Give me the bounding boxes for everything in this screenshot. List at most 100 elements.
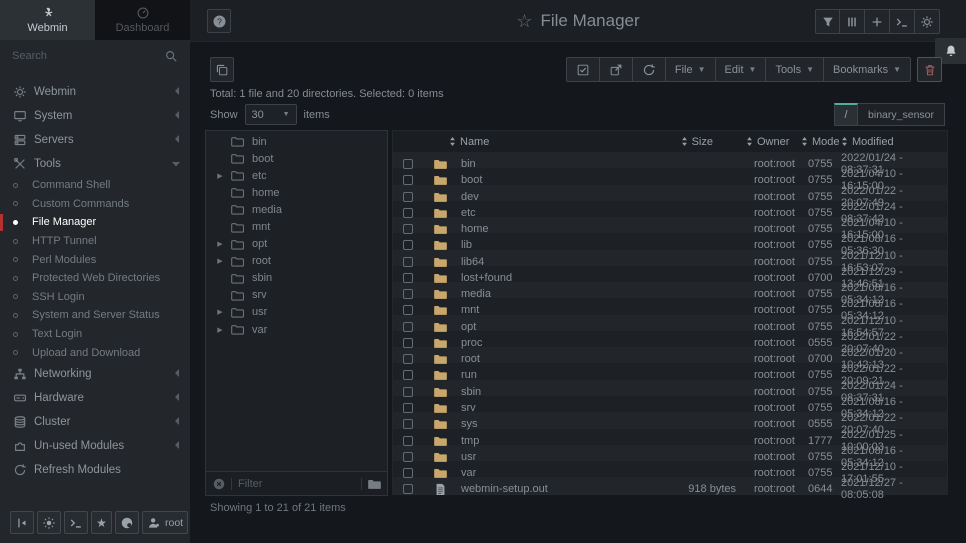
- file-name[interactable]: sys: [457, 418, 643, 430]
- expand-caret-icon[interactable]: ▶: [214, 326, 226, 334]
- col-mode[interactable]: Mode: [801, 136, 834, 148]
- sidebar-item-system[interactable]: System: [0, 104, 190, 128]
- row-checkbox[interactable]: [403, 387, 413, 397]
- col-owner[interactable]: Owner: [738, 136, 800, 148]
- tree-item-opt[interactable]: ▶opt: [206, 236, 387, 253]
- menu-edit[interactable]: Edit▼: [716, 57, 767, 82]
- row-checkbox[interactable]: [403, 322, 413, 332]
- file-name[interactable]: root: [457, 353, 643, 365]
- sidebar-item-system-and-server-status[interactable]: System and Server Status: [0, 306, 190, 325]
- table-row[interactable]: srvroot:root07552021/08/16 - 05:34:12: [393, 396, 947, 412]
- sidebar-item-networking[interactable]: Networking: [0, 362, 190, 386]
- row-checkbox[interactable]: [403, 159, 413, 169]
- table-row[interactable]: usrroot:root07552021/08/16 - 05:34:12: [393, 445, 947, 461]
- file-name[interactable]: usr: [457, 451, 643, 463]
- tree-item-media[interactable]: media: [206, 201, 387, 218]
- row-checkbox[interactable]: [403, 403, 413, 413]
- file-name[interactable]: var: [457, 467, 643, 479]
- tree-item-usr[interactable]: ▶usr: [206, 304, 387, 321]
- sidebar-item-hardware[interactable]: Hardware: [0, 386, 190, 410]
- file-name[interactable]: dev: [457, 191, 643, 203]
- table-row[interactable]: mediaroot:root07552021/08/16 - 05:34:12: [393, 282, 947, 298]
- file-name[interactable]: sbin: [457, 386, 643, 398]
- sidebar-item-file-manager[interactable]: File Manager: [0, 213, 190, 232]
- plus-button[interactable]: [865, 9, 890, 34]
- col-modified[interactable]: Modified: [834, 136, 947, 148]
- table-row[interactable]: tmproot:root17772022/01/25 - 10:00:03: [393, 429, 947, 445]
- file-name[interactable]: mnt: [457, 304, 643, 316]
- help-button[interactable]: ?: [207, 9, 231, 33]
- table-row[interactable]: optroot:root07552021/12/10 - 16:54:57: [393, 315, 947, 331]
- table-row[interactable]: devroot:root07552022/01/22 - 20:07:49: [393, 185, 947, 201]
- folder-filter-icon[interactable]: [368, 478, 381, 490]
- sidebar-item-custom-commands[interactable]: Custom Commands: [0, 195, 190, 214]
- breadcrumb-current[interactable]: binary_sensor: [858, 103, 945, 126]
- tree-item-sbin[interactable]: sbin: [206, 270, 387, 287]
- gear-button[interactable]: [915, 9, 940, 34]
- row-checkbox[interactable]: [403, 370, 413, 380]
- table-row[interactable]: varroot:root07552021/12/10 - 17:01:55: [393, 461, 947, 477]
- file-name[interactable]: media: [457, 288, 643, 300]
- refresh-button[interactable]: [633, 57, 666, 82]
- menu-tools[interactable]: Tools▼: [766, 57, 824, 82]
- sidebar-item-protected-web-directories[interactable]: Protected Web Directories: [0, 269, 190, 288]
- row-checkbox[interactable]: [403, 224, 413, 234]
- row-checkbox[interactable]: [403, 208, 413, 218]
- trash-button[interactable]: [917, 57, 942, 82]
- file-name[interactable]: proc: [457, 337, 643, 349]
- file-name[interactable]: opt: [457, 321, 643, 333]
- col-name[interactable]: Name: [445, 136, 643, 148]
- row-checkbox[interactable]: [403, 289, 413, 299]
- table-row[interactable]: sysroot:root05552022/01/22 - 20:07:40: [393, 412, 947, 428]
- terminal-button[interactable]: [64, 511, 88, 534]
- row-checkbox[interactable]: [403, 436, 413, 446]
- table-row[interactable]: lib64root:root07552021/12/10 - 16:53:07: [393, 250, 947, 266]
- columns-button[interactable]: [840, 9, 865, 34]
- expand-caret-icon[interactable]: ▶: [214, 240, 226, 248]
- sidebar-item-un-used-modules[interactable]: Un-used Modules: [0, 434, 190, 458]
- expand-caret-icon[interactable]: ▶: [214, 308, 226, 316]
- tab-dashboard[interactable]: Dashboard: [95, 0, 190, 40]
- file-name[interactable]: srv: [457, 402, 643, 414]
- table-row[interactable]: runroot:root07552022/01/22 - 20:09:21: [393, 363, 947, 379]
- star-button[interactable]: ★: [91, 511, 112, 534]
- tree-item-srv[interactable]: srv: [206, 287, 387, 304]
- menu-file[interactable]: File▼: [666, 57, 716, 82]
- tree-filter-input[interactable]: [238, 478, 355, 490]
- sidebar-item-cluster[interactable]: Cluster: [0, 410, 190, 434]
- expand-caret-icon[interactable]: ▶: [214, 172, 226, 180]
- file-name[interactable]: lib64: [457, 256, 643, 268]
- select-view-button[interactable]: [210, 57, 234, 82]
- table-row[interactable]: sbinroot:root07552022/01/24 - 08:37:31: [393, 380, 947, 396]
- collapse-button[interactable]: [10, 511, 34, 534]
- row-checkbox[interactable]: [403, 257, 413, 267]
- row-checkbox[interactable]: [403, 338, 413, 348]
- tree-item-bin[interactable]: bin: [206, 133, 387, 150]
- row-checkbox[interactable]: [403, 240, 413, 250]
- page-size-select[interactable]: 30 ▼: [245, 104, 297, 125]
- file-name[interactable]: lib: [457, 239, 643, 251]
- file-name[interactable]: run: [457, 369, 643, 381]
- row-checkbox[interactable]: [403, 192, 413, 202]
- sidebar-item-upload-and-download[interactable]: Upload and Download: [0, 343, 190, 362]
- table-row[interactable]: homeroot:root07552021/04/10 - 16:15:00: [393, 217, 947, 233]
- file-name[interactable]: etc: [457, 207, 643, 219]
- sidebar-item-ssh-login[interactable]: SSH Login: [0, 288, 190, 307]
- table-row[interactable]: rootroot:root07002022/01/20 - 10:42:13: [393, 347, 947, 363]
- table-row[interactable]: binroot:root07552022/01/24 - 08:37:31: [393, 152, 947, 168]
- search-input[interactable]: [12, 50, 164, 62]
- file-name[interactable]: bin: [457, 158, 643, 170]
- sidebar-item-command-shell[interactable]: Command Shell: [0, 176, 190, 195]
- sidebar-item-servers[interactable]: Servers: [0, 128, 190, 152]
- row-checkbox[interactable]: [403, 419, 413, 429]
- tree-item-mnt[interactable]: mnt: [206, 218, 387, 235]
- sidebar-item-tools[interactable]: Tools: [0, 152, 190, 176]
- row-checkbox[interactable]: [403, 452, 413, 462]
- select-all-button[interactable]: [566, 57, 600, 82]
- filter-button[interactable]: [815, 9, 840, 34]
- row-checkbox[interactable]: [403, 468, 413, 478]
- tree-item-home[interactable]: home: [206, 184, 387, 201]
- clear-filter-icon[interactable]: [212, 477, 226, 491]
- file-name[interactable]: tmp: [457, 435, 643, 447]
- sidebar-item-http-tunnel[interactable]: HTTP Tunnel: [0, 232, 190, 251]
